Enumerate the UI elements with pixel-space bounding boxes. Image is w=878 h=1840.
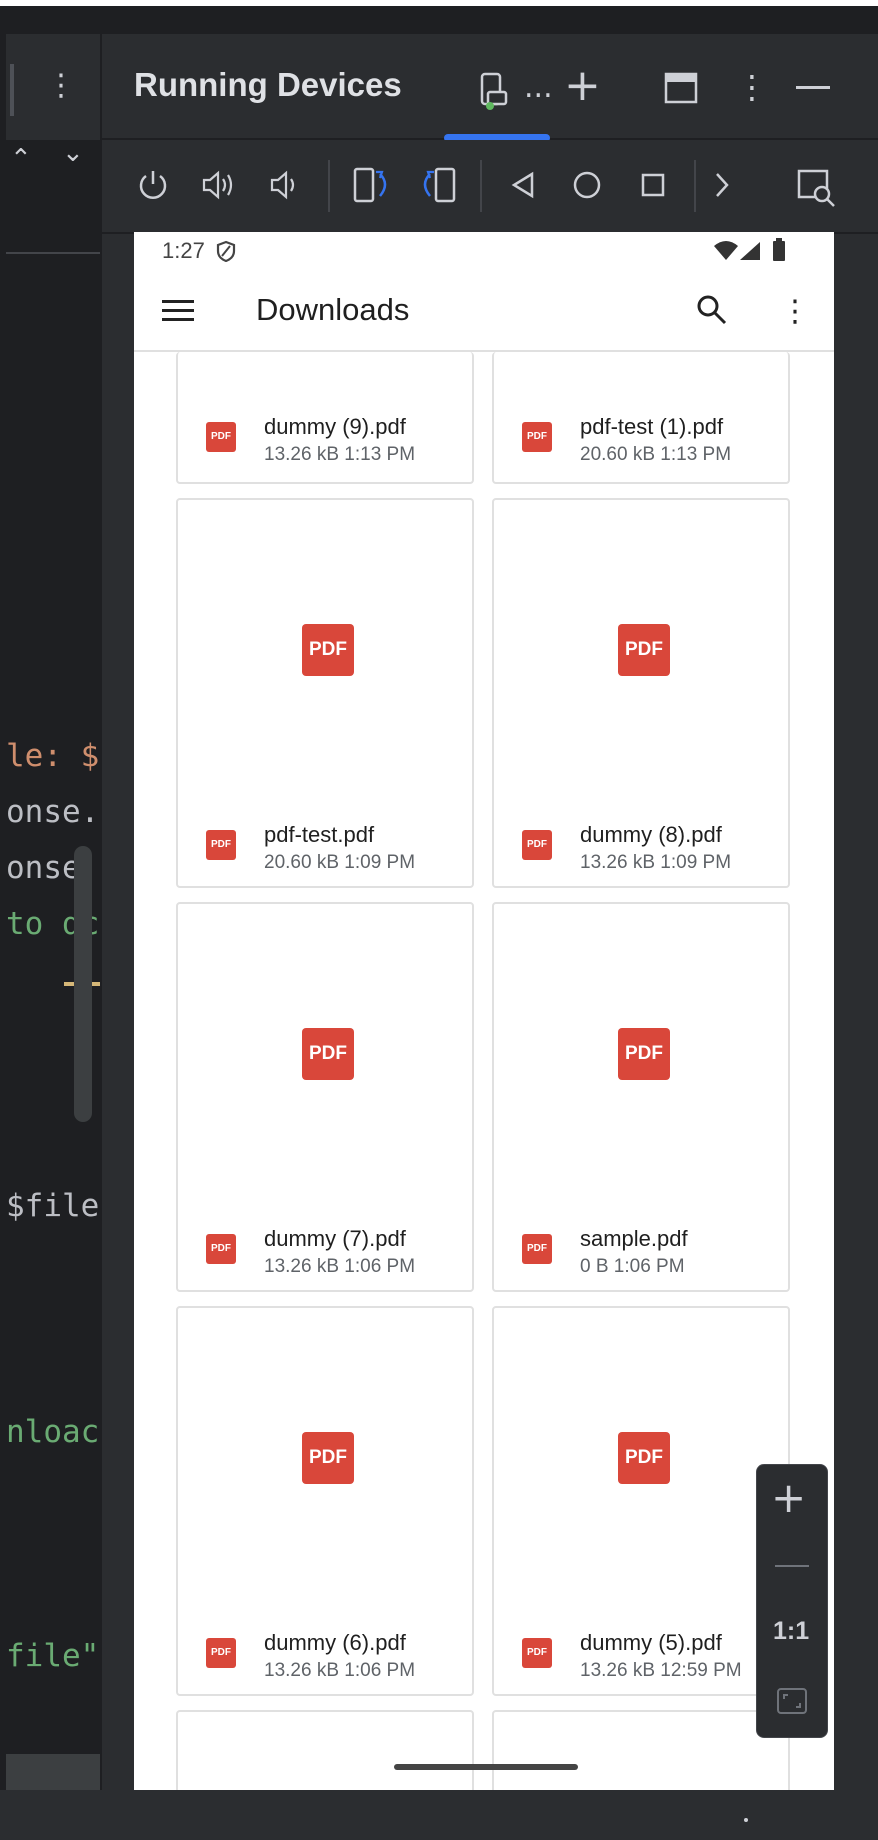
app-title: Downloads bbox=[256, 292, 410, 327]
pdf-thumbnail-icon: PDF bbox=[618, 1432, 670, 1484]
screen-inspect-icon[interactable] bbox=[796, 168, 838, 212]
status-bar bbox=[0, 1790, 878, 1840]
file-meta: 13.26 kB 1:13 PM bbox=[264, 444, 416, 465]
file-meta: 20.60 kB 1:13 PM bbox=[580, 444, 732, 465]
file-card[interactable] bbox=[176, 1710, 474, 1790]
file-meta: 20.60 kB 1:09 PM bbox=[264, 852, 416, 873]
pdf-file-icon: PDF bbox=[522, 830, 552, 860]
file-card[interactable]: PDF PDF pdf-test.pdf 20.60 kB 1:09 PM bbox=[176, 498, 474, 888]
file-name: pdf-test.pdf bbox=[264, 822, 375, 847]
volume-down-icon[interactable] bbox=[268, 168, 302, 206]
file-meta: 13.26 kB 1:06 PM bbox=[264, 1660, 416, 1681]
pdf-thumbnail-icon: PDF bbox=[302, 1432, 354, 1484]
more-options-icon[interactable]: ⋮ bbox=[46, 68, 76, 103]
pdf-file-icon: PDF bbox=[522, 422, 552, 452]
code-line: nloac bbox=[6, 1414, 100, 1450]
phone-device-icon bbox=[480, 72, 508, 110]
file-meta: 13.26 kB 12:59 PM bbox=[580, 1660, 742, 1681]
overview-icon[interactable] bbox=[640, 172, 666, 202]
editor-horizontal-scrollbar[interactable] bbox=[6, 1754, 100, 1790]
more-tabs-label[interactable]: ... bbox=[524, 70, 553, 105]
add-device-icon[interactable]: + bbox=[564, 64, 601, 108]
file-card[interactable]: PDF PDF dummy (6).pdf 13.26 kB 1:06 PM bbox=[176, 1306, 474, 1696]
pdf-file-icon: PDF bbox=[522, 1638, 552, 1668]
editor-scrollbar[interactable] bbox=[74, 846, 92, 1122]
file-meta: 13.26 kB 1:09 PM bbox=[580, 852, 732, 873]
editor-separator bbox=[6, 252, 100, 254]
fit-screen-icon[interactable] bbox=[776, 1687, 808, 1719]
code-line: $fileM bbox=[6, 1188, 100, 1224]
toolbar-separator bbox=[328, 160, 330, 212]
file-card[interactable]: PDF PDF sample.pdf 0 B 1:06 PM bbox=[492, 902, 790, 1292]
battery-icon bbox=[772, 238, 786, 266]
rotate-right-icon[interactable] bbox=[418, 166, 458, 208]
overflow-menu-icon[interactable]: ⋮ bbox=[780, 294, 810, 329]
file-card[interactable] bbox=[492, 1710, 790, 1790]
file-name: dummy (8).pdf bbox=[580, 822, 722, 847]
file-card[interactable]: PDF pdf-test (1).pdf 20.60 kB 1:13 PM bbox=[492, 352, 790, 484]
file-card[interactable]: PDF PDF dummy (7).pdf 13.26 kB 1:06 PM bbox=[176, 902, 474, 1292]
pdf-file-icon: PDF bbox=[206, 830, 236, 860]
status-indicator bbox=[744, 1818, 748, 1822]
device-tab[interactable] bbox=[478, 72, 508, 110]
code-line: file" bbox=[6, 1638, 100, 1674]
editor-find-bar: ⋮ ⌃ ⌄ bbox=[6, 34, 100, 174]
volume-up-icon[interactable] bbox=[200, 168, 240, 206]
search-icon[interactable] bbox=[696, 294, 728, 330]
gesture-nav-bar[interactable] bbox=[394, 1764, 578, 1770]
pdf-file-icon: PDF bbox=[206, 1638, 236, 1668]
signal-icon bbox=[738, 240, 762, 266]
code-line: onse.c bbox=[6, 794, 100, 830]
rotate-left-icon[interactable] bbox=[352, 166, 392, 208]
file-name: sample.pdf bbox=[580, 1226, 688, 1251]
file-name: dummy (5).pdf bbox=[580, 1630, 722, 1655]
code-line: le: ${ bbox=[6, 738, 100, 774]
device-screen[interactable]: 1:27 Downloads ⋮ PDF dummy (9).pdf 13.26… bbox=[134, 232, 834, 1790]
back-icon[interactable] bbox=[508, 170, 538, 204]
vpn-shield-icon bbox=[216, 240, 236, 266]
wifi-icon bbox=[712, 240, 740, 266]
pdf-file-icon: PDF bbox=[206, 1234, 236, 1264]
window-top-strip bbox=[0, 0, 878, 6]
zoom-out-icon[interactable] bbox=[775, 1565, 809, 1567]
file-name: dummy (6).pdf bbox=[264, 1630, 406, 1655]
previous-occurrence-icon[interactable]: ⌃ bbox=[10, 144, 32, 174]
minimize-icon[interactable] bbox=[796, 86, 830, 89]
pdf-thumbnail-icon: PDF bbox=[302, 624, 354, 676]
pdf-file-icon: PDF bbox=[206, 422, 236, 452]
next-occurrence-icon[interactable]: ⌄ bbox=[62, 138, 84, 168]
file-meta: 13.26 kB 1:06 PM bbox=[264, 1256, 416, 1277]
menu-icon[interactable] bbox=[162, 298, 194, 328]
toolbar-separator bbox=[480, 160, 482, 212]
more-actions-chevron-icon[interactable] bbox=[712, 170, 732, 204]
editor-divider bbox=[10, 64, 14, 116]
file-name: dummy (9).pdf bbox=[264, 414, 406, 439]
pdf-thumbnail-icon: PDF bbox=[618, 624, 670, 676]
file-meta: 0 B 1:06 PM bbox=[580, 1256, 685, 1277]
toolbar-separator bbox=[694, 160, 696, 212]
pdf-thumbnail-icon: PDF bbox=[302, 1028, 354, 1080]
file-card[interactable]: PDF PDF dummy (8).pdf 13.26 kB 1:09 PM bbox=[492, 498, 790, 888]
file-name: pdf-test (1).pdf bbox=[580, 414, 724, 439]
file-card[interactable]: PDF dummy (9).pdf 13.26 kB 1:13 PM bbox=[176, 352, 474, 484]
pdf-thumbnail-icon: PDF bbox=[618, 1028, 670, 1080]
zoom-in-icon[interactable]: + bbox=[771, 1477, 806, 1519]
panel-title: Running Devices bbox=[134, 66, 402, 103]
file-card[interactable]: PDF PDF dummy (5).pdf 13.26 kB 12:59 PM bbox=[492, 1306, 790, 1696]
panel-options-icon[interactable]: ⋮ bbox=[736, 68, 768, 106]
actual-size-button[interactable]: 1:1 bbox=[773, 1617, 809, 1646]
status-time: 1:27 bbox=[162, 238, 205, 263]
power-icon[interactable] bbox=[136, 168, 170, 206]
pdf-file-icon: PDF bbox=[522, 1234, 552, 1264]
zoom-controls: + 1:1 bbox=[756, 1464, 828, 1738]
window-layout-icon[interactable] bbox=[664, 72, 698, 108]
home-icon[interactable] bbox=[572, 170, 602, 204]
file-name: dummy (7).pdf bbox=[264, 1226, 406, 1251]
